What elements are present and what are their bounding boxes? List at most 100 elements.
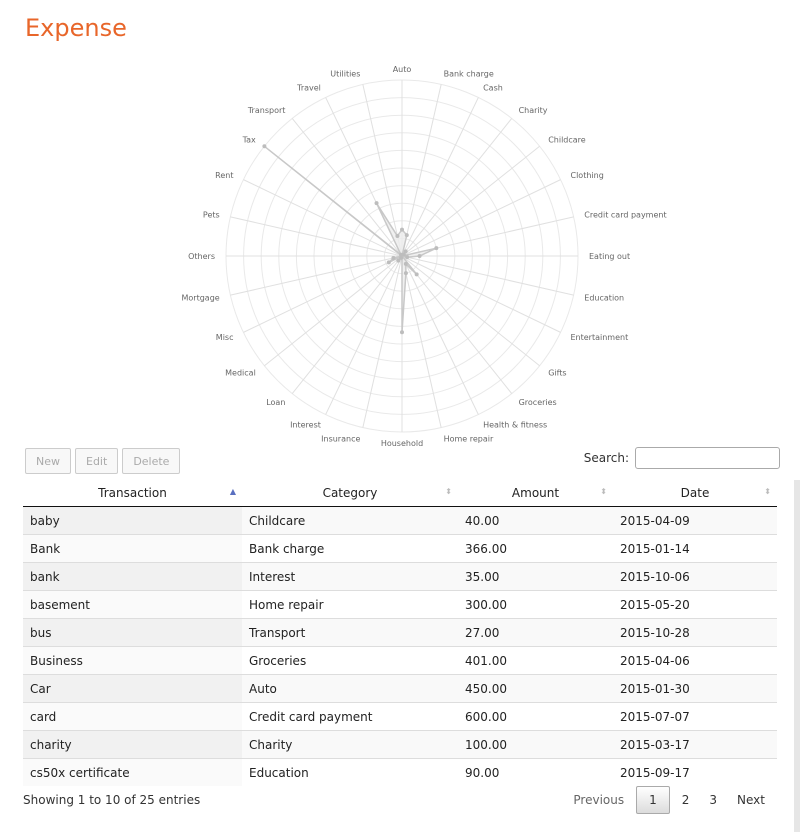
radar-axis-label: Rent [215,171,233,180]
cell-date: 2015-04-06 [613,646,777,675]
new-button[interactable]: New [25,448,71,474]
radar-point [400,330,404,335]
cell-category: Auto [242,674,458,703]
cell-category: Transport [242,618,458,647]
radar-spoke [325,255,403,415]
table-info: Showing 1 to 10 of 25 entries [23,793,201,807]
sort-both-icon: ⬍ [445,487,452,496]
vertical-scrollbar[interactable] [794,480,800,832]
radar-point [404,233,409,238]
radar-spoke [401,97,479,257]
radar-axis-label: Health & fitness [483,421,547,430]
table-row[interactable]: card Credit card payment 600.00 2015-07-… [23,702,777,731]
radar-point [395,233,400,238]
cell-amount: 300.00 [458,590,613,619]
table-row[interactable]: Business Groceries 401.00 2015-04-06 [23,646,777,675]
cell-transaction: bus [23,618,242,647]
radar-axis-label: Cash [483,84,503,93]
cell-date: 2015-10-28 [613,618,777,647]
cell-transaction: card [23,702,242,731]
previous-page-button[interactable]: Previous [563,787,634,813]
table-row[interactable]: Car Auto 450.00 2015-01-30 [23,674,777,703]
cell-amount: 401.00 [458,646,613,675]
cell-category: Childcare [242,506,458,535]
cell-transaction: Bank [23,534,242,563]
radar-axis-label: Bank charge [444,70,494,79]
cell-transaction: cs50x certificate [23,758,242,786]
cell-transaction: basement [23,590,242,619]
radar-spoke [401,255,442,428]
radar-axis-label: Others [188,252,215,261]
cell-category: Education [242,758,458,786]
cell-amount: 35.00 [458,562,613,591]
column-header-date[interactable]: Date ⬍ [613,480,777,507]
radar-spoke [401,255,561,333]
table-row[interactable]: cs50x certificate Education 90.00 2015-0… [23,758,777,786]
radar-spoke [401,255,479,415]
radar-axis-label: Charity [519,106,548,115]
cell-date: 2015-10-06 [613,562,777,591]
transactions-table: Transaction ▲ Category ⬍ Amount ⬍ Date ⬍… [23,480,777,786]
table-row[interactable]: basement Home repair 300.00 2015-05-20 [23,590,777,619]
radar-spoke [401,179,561,257]
radar-axis-label: Clothing [571,171,604,180]
radar-axis-label: Auto [393,65,412,74]
table-header-row: Transaction ▲ Category ⬍ Amount ⬍ Date ⬍ [23,480,777,507]
cell-category: Groceries [242,646,458,675]
table-row[interactable]: Bank Bank charge 366.00 2015-01-14 [23,534,777,563]
search-input[interactable] [635,447,780,469]
page-button-3[interactable]: 3 [699,787,727,813]
cell-date: 2015-09-17 [613,758,777,786]
page-button-1[interactable]: 1 [636,786,670,814]
radar-point [417,254,422,258]
radar-axis-label: Home repair [444,434,494,443]
page-button-2[interactable]: 2 [672,787,700,813]
radar-point [386,260,391,265]
radar-point [434,246,439,251]
search-label: Search: [583,451,629,465]
cell-category: Bank charge [242,534,458,563]
radar-axis-label: Gifts [548,369,566,378]
sort-ascending-icon: ▲ [229,487,236,496]
radar-point [400,227,404,232]
column-header-amount[interactable]: Amount ⬍ [458,480,613,507]
radar-axis-label: Utilities [330,70,360,79]
column-header-label: Date [680,486,710,500]
cell-transaction: Car [23,674,242,703]
radar-point [403,261,408,266]
table-row[interactable]: bus Transport 27.00 2015-10-28 [23,618,777,647]
radar-point [396,258,401,263]
radar-axis-label: Misc [216,333,234,342]
radar-axis-label: Transport [247,106,286,115]
next-page-button[interactable]: Next [727,787,775,813]
column-header-category[interactable]: Category ⬍ [242,480,458,507]
expense-radar-chart: Auto Bank charge Cash Charity Childcare Cloth… [0,60,800,450]
cell-category: Charity [242,730,458,759]
radar-axis-label: Pets [203,210,220,219]
cell-category: Home repair [242,590,458,619]
radar-axis-label: Education [584,294,624,303]
toolbar: New Edit Delete [25,448,181,474]
cell-amount: 100.00 [458,730,613,759]
radar-axis-label: Childcare [548,135,586,144]
radar-svg: Auto Bank charge Cash Charity Childcare Cloth… [181,65,666,448]
cell-amount: 90.00 [458,758,613,786]
edit-button[interactable]: Edit [75,448,119,474]
radar-axis-label: Interest [290,421,321,430]
cell-amount: 600.00 [458,702,613,731]
column-header-transaction[interactable]: Transaction ▲ [23,480,242,507]
search-box: Search: [584,447,780,469]
radar-axis-label: Mortgage [181,294,219,303]
cell-amount: 450.00 [458,674,613,703]
table-row[interactable]: bank Interest 35.00 2015-10-06 [23,562,777,591]
radar-spoke [401,255,574,296]
column-header-label: Category [322,486,378,500]
cell-transaction: Business [23,646,242,675]
radar-point [414,272,419,277]
radar-axis-label: Loan [266,398,285,407]
table-row[interactable]: baby Childcare 40.00 2015-04-09 [23,506,777,535]
page-title: Expense [25,14,127,42]
radar-axis-label: Insurance [321,434,360,443]
delete-button[interactable]: Delete [122,448,181,474]
table-row[interactable]: charity Charity 100.00 2015-03-17 [23,730,777,759]
